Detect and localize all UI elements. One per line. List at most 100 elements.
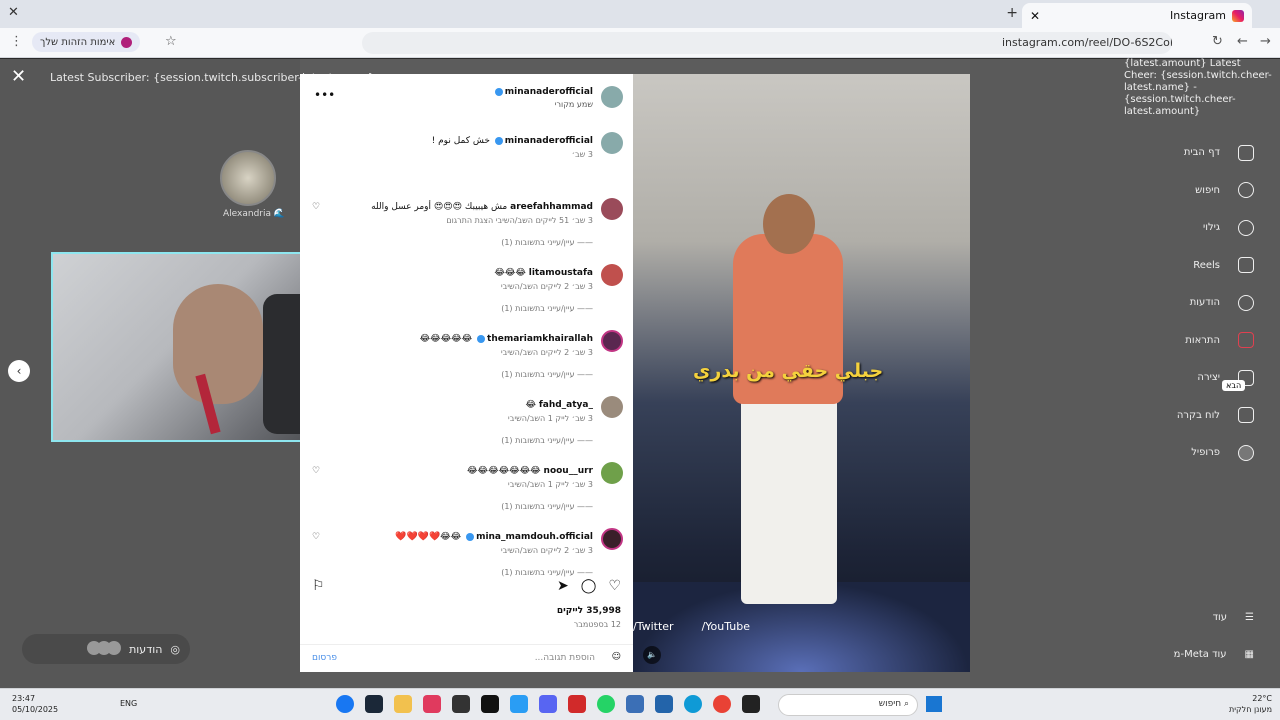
like-comment-icon[interactable]: ♡ — [312, 202, 320, 212]
calculator-icon[interactable] — [626, 695, 644, 713]
next-tooltip: הבא — [1222, 380, 1246, 391]
video-caption: جبلي حقي من بدري — [693, 360, 884, 382]
facebook-icon[interactable] — [336, 695, 354, 713]
folder-icon[interactable] — [394, 695, 412, 713]
mute-icon[interactable]: 🔈 — [643, 646, 661, 664]
commenter-avatar[interactable] — [601, 198, 623, 220]
tab-bar: ✕ + Instagram ✕ — [0, 0, 1280, 28]
windows-start-icon[interactable] — [926, 696, 942, 712]
nav-dashboard[interactable]: לוח בקרה — [1177, 397, 1254, 435]
commenter-avatar[interactable] — [601, 132, 623, 154]
save-bookmark-icon[interactable]: ⚐ — [312, 578, 325, 594]
acrobat-icon[interactable] — [568, 695, 586, 713]
comment-meta[interactable]: 3 שב׳ 2 לייקים השב/השיבי — [501, 348, 593, 357]
like-heart-icon[interactable]: ♡ — [608, 578, 621, 594]
commenter-avatar[interactable] — [601, 462, 623, 484]
nav-reels[interactable]: Reels — [1177, 247, 1254, 285]
reel-video[interactable]: جبلي حقي من بدري /Twitter /YouTube 🔈 — [633, 74, 970, 672]
nav-messages[interactable]: הודעות — [1177, 284, 1254, 322]
avatar — [107, 640, 122, 655]
weather-widget[interactable]: 22°C מעונן חלקית — [1229, 693, 1272, 715]
nav-profile[interactable]: פרופיל — [1177, 434, 1254, 472]
viewer-avatar — [220, 150, 276, 206]
comment-input[interactable]: הוספת תגובה... — [535, 653, 595, 663]
tiktok-studio-icon[interactable] — [423, 695, 441, 713]
like-comment-icon[interactable]: ♡ — [312, 532, 320, 542]
comment-meta[interactable]: 3 שב׳ 51 לייקים השב/השיבי הצגת התרגום — [446, 216, 593, 225]
commenter-username[interactable]: noou__urr — [544, 466, 593, 476]
previous-post-button[interactable]: ‹ — [8, 360, 30, 382]
steam-icon[interactable] — [365, 695, 383, 713]
back-arrow-icon[interactable]: ← — [1237, 34, 1248, 49]
commenter-avatar[interactable] — [601, 396, 623, 418]
emoji-icon[interactable]: ☺ — [612, 652, 621, 662]
menu-icon[interactable]: ⋮ — [10, 34, 23, 49]
new-tab-button[interactable]: + — [1006, 5, 1018, 21]
nav-notifications[interactable]: התראות — [1177, 322, 1254, 360]
chart-icon — [1238, 407, 1254, 424]
edge-icon[interactable] — [684, 695, 702, 713]
view-replies[interactable]: —— עיין/עייני בתשובות (1) — [501, 304, 593, 313]
view-replies[interactable]: —— עיין/עייני בתשובות (1) — [501, 370, 593, 379]
close-window-icon[interactable]: ✕ — [8, 5, 19, 20]
comment-bubble-icon[interactable]: ◯ — [581, 578, 597, 594]
app-icon[interactable] — [510, 695, 528, 713]
close-tab-icon[interactable]: ✕ — [1030, 9, 1040, 23]
refresh-icon[interactable]: ↻ — [1212, 34, 1223, 49]
share-send-icon[interactable]: ➤ — [557, 578, 569, 594]
nav-label: פרופיל — [1191, 447, 1220, 459]
language-indicator[interactable]: ENG — [120, 699, 137, 708]
view-replies[interactable]: —— עיין/עייני בתשובות (1) — [501, 502, 593, 511]
comment-meta[interactable]: 3 שב׳ לייק 1 השב/השיבי — [508, 414, 593, 423]
like-comment-icon[interactable]: ♡ — [312, 466, 320, 476]
more-options-icon[interactable]: ••• — [314, 88, 335, 102]
streamer-head — [173, 284, 263, 404]
tiktok-icon[interactable] — [481, 695, 499, 713]
commenter-avatar[interactable] — [601, 264, 623, 286]
commenter-username[interactable]: litamoustafa — [529, 268, 593, 278]
url-field[interactable]: instagram.com/reel/DO-6S2CoKU — [362, 32, 1172, 54]
whatsapp-icon[interactable] — [597, 695, 615, 713]
nav-explore[interactable]: גילוי — [1177, 209, 1254, 247]
forward-arrow-icon[interactable]: → — [1260, 34, 1271, 49]
comment-meta[interactable]: 3 שב׳ 2 לייקים השב/השיבי — [501, 546, 593, 555]
comment-list: minanaderofficial خش كمل نوم ! 3 שב׳ are… — [310, 132, 623, 594]
messenger-icon: ◎ — [170, 642, 180, 656]
close-modal-icon[interactable]: ✕ — [11, 66, 26, 87]
commenter-username[interactable]: minanaderofficial — [505, 136, 593, 146]
commenter-username[interactable]: _fahd_atya — [539, 400, 593, 410]
nav-more[interactable]: ☰ עוד — [1213, 612, 1254, 623]
nav-also-from-meta[interactable]: ▦ עוד Meta-מ — [1174, 649, 1254, 660]
obs-icon[interactable] — [452, 695, 470, 713]
terminal-icon[interactable] — [742, 695, 760, 713]
like-count[interactable]: 35,998 לייקים — [557, 606, 621, 616]
discord-icon[interactable] — [539, 695, 557, 713]
store-icon[interactable] — [655, 695, 673, 713]
comment-meta[interactable]: 3 שב׳ לייק 1 השב/השיבי — [508, 480, 593, 489]
view-replies[interactable]: —— עיין/עייני בתשובות (1) — [501, 568, 593, 577]
favorite-star-icon[interactable]: ☆ — [165, 34, 177, 49]
nav-search[interactable]: חיפוש — [1177, 172, 1254, 210]
commenter-avatar[interactable] — [601, 330, 623, 352]
commenter-avatar[interactable] — [601, 528, 623, 550]
view-replies[interactable]: —— עיין/עייני בתשובות (1) — [501, 238, 593, 247]
nav-home[interactable]: דף הבית — [1177, 134, 1254, 172]
commenter-username[interactable]: themariamkhairallah — [487, 334, 593, 344]
author-username[interactable]: minanaderofficial — [493, 87, 593, 97]
commenter-username[interactable]: areefahhammad — [510, 202, 593, 212]
nav-label: התראות — [1185, 334, 1220, 346]
taskbar-search[interactable]: ⌕ חיפוש — [778, 694, 918, 716]
audio-subtitle[interactable]: שמע מקורי — [555, 100, 593, 109]
post-comment-button[interactable]: פרסום — [312, 653, 337, 663]
comment-text: 😂😂❤️❤️❤️❤️ — [395, 532, 462, 542]
author-avatar[interactable] — [601, 86, 623, 108]
identity-chip[interactable]: אימות הזהות שלך — [32, 32, 141, 52]
tab-instagram[interactable]: Instagram ✕ — [1022, 3, 1252, 28]
view-replies[interactable]: —— עיין/עייני בתשובות (1) — [501, 436, 593, 445]
clock[interactable]: 23:47 05/10/2025 — [12, 693, 58, 715]
comment-meta[interactable]: 3 שב׳ 2 לייקים השב/השיבי — [501, 282, 593, 291]
messages-pill[interactable]: ◎ הודעות — [22, 634, 190, 664]
commenter-username[interactable]: mina_mamdouh.official — [476, 532, 593, 542]
chrome-icon[interactable] — [713, 695, 731, 713]
profile-avatar-icon — [1238, 444, 1254, 461]
